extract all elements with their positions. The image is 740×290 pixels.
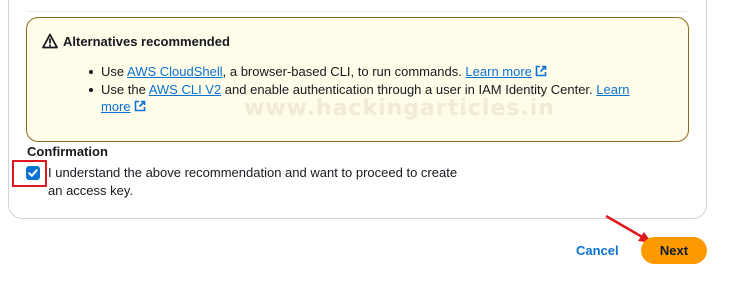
- cancel-button[interactable]: Cancel: [576, 243, 619, 258]
- alert-title: Alternatives recommended: [63, 34, 230, 49]
- list-item-text: , a browser-based CLI, to run commands.: [222, 64, 466, 79]
- external-link-icon: [535, 65, 547, 77]
- confirmation-checkbox-label[interactable]: I understand the above recommendation an…: [48, 164, 468, 200]
- learn-more-link-cloudshell[interactable]: Learn more: [465, 64, 547, 79]
- confirmation-checkbox[interactable]: [26, 166, 40, 180]
- list-item-text: and enable authentication through a user…: [221, 81, 597, 97]
- card-divider: [27, 11, 687, 12]
- alternatives-alert: Alternatives recommended Use AWS CloudSh…: [26, 17, 689, 142]
- aws-cli-v2-link[interactable]: AWS CLI V2: [149, 82, 221, 97]
- confirmation-heading: Confirmation: [27, 144, 108, 159]
- checkmark-icon: [28, 169, 38, 177]
- warning-icon: [42, 33, 58, 49]
- list-item-cloudshell: Use AWS CloudShell, a browser-based CLI,…: [89, 63, 641, 81]
- external-link-icon: [134, 100, 145, 112]
- aws-cloudshell-link[interactable]: AWS CloudShell: [127, 64, 223, 79]
- next-button-label: Next: [659, 243, 689, 258]
- alternatives-list: Use AWS CloudShell, a browser-based CLI,…: [89, 63, 641, 116]
- list-item-text: Use: [101, 64, 128, 79]
- access-key-page: Alternatives recommended Use AWS CloudSh…: [0, 0, 740, 290]
- learn-more-label: Learn more: [465, 64, 532, 79]
- list-item-cli: Use the AWS CLI V2 and enable authentica…: [89, 81, 641, 116]
- next-button[interactable]: Next: [641, 237, 707, 264]
- list-item-text: Use the: [101, 81, 149, 97]
